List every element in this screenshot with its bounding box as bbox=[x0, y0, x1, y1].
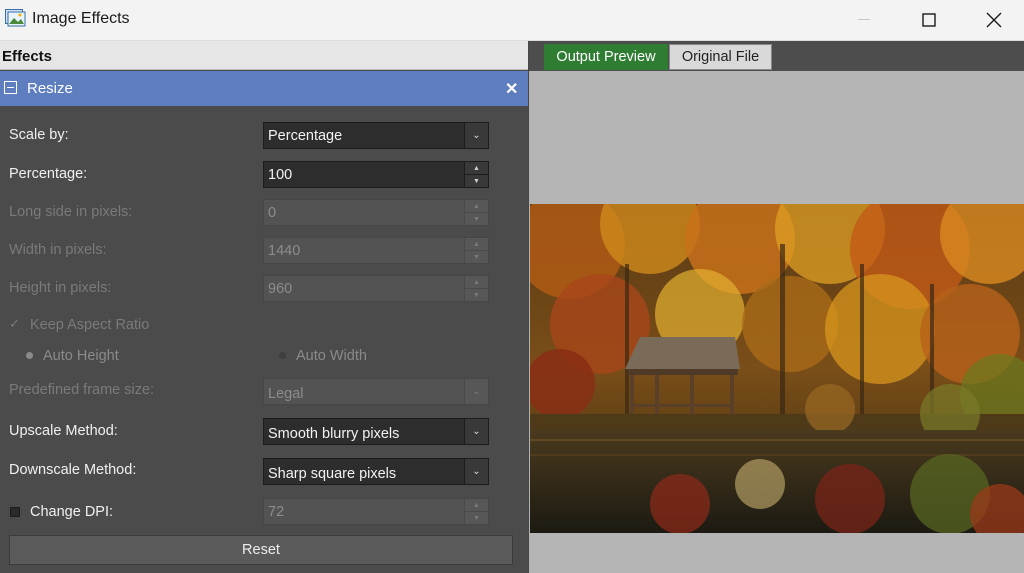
maximize-icon bbox=[922, 13, 936, 27]
spin-down-icon[interactable]: ▼ bbox=[465, 512, 488, 524]
minimize-button[interactable] bbox=[841, 0, 887, 40]
frame-size-select[interactable]: Legal ⌄ bbox=[263, 378, 489, 405]
scale-by-value: Percentage bbox=[268, 128, 343, 144]
width-value: 1440 bbox=[268, 243, 301, 259]
effect-name: Resize bbox=[27, 80, 73, 97]
scale-by-label: Scale by: bbox=[9, 127, 69, 143]
height-input[interactable]: 960 ▲ ▼ bbox=[263, 275, 489, 302]
upscale-label: Upscale Method: bbox=[9, 423, 118, 439]
maximize-button[interactable] bbox=[906, 0, 952, 40]
width-spinner[interactable]: ▲ ▼ bbox=[464, 238, 488, 263]
long-side-label: Long side in pixels: bbox=[9, 204, 133, 220]
tab-original-file[interactable]: Original File bbox=[669, 44, 772, 70]
close-icon bbox=[986, 12, 1002, 28]
preview-tabs: Output Preview Original File bbox=[529, 41, 1024, 71]
chevron-down-icon[interactable]: ⌄ bbox=[464, 459, 488, 484]
tab-output-preview[interactable]: Output Preview bbox=[544, 44, 668, 70]
reset-button[interactable]: Reset bbox=[9, 535, 513, 565]
percentage-input[interactable]: 100 ▲ ▼ bbox=[263, 161, 489, 188]
minimize-icon bbox=[858, 19, 870, 20]
long-side-value: 0 bbox=[268, 205, 277, 221]
change-dpi-checkbox[interactable] bbox=[10, 507, 20, 517]
scale-by-select[interactable]: Percentage ⌄ bbox=[263, 122, 489, 149]
title-bar: Image Effects bbox=[0, 0, 1024, 41]
frame-size-value: Legal bbox=[268, 386, 304, 402]
downscale-select[interactable]: Sharp square pixels ⌄ bbox=[263, 458, 489, 485]
downscale-label: Downscale Method: bbox=[9, 462, 137, 478]
preview-panel: Output Preview Original File bbox=[529, 41, 1024, 573]
chevron-down-icon[interactable]: ⌄ bbox=[464, 379, 488, 404]
remove-effect-icon[interactable]: ✕ bbox=[505, 79, 518, 99]
auto-width-radio[interactable] bbox=[279, 352, 286, 359]
spin-up-icon[interactable]: ▲ bbox=[465, 499, 488, 512]
resize-effect-header[interactable]: Resize ✕ bbox=[0, 71, 528, 106]
upscale-select[interactable]: Smooth blurry pixels ⌄ bbox=[263, 418, 489, 445]
upscale-value: Smooth blurry pixels bbox=[268, 426, 400, 442]
spin-up-icon[interactable]: ▲ bbox=[465, 238, 488, 251]
spin-down-icon[interactable]: ▼ bbox=[465, 289, 488, 301]
width-input[interactable]: 1440 ▲ ▼ bbox=[263, 237, 489, 264]
dpi-input[interactable]: 72 ▲ ▼ bbox=[263, 498, 489, 525]
preview-image bbox=[530, 204, 1024, 533]
spin-up-icon[interactable]: ▲ bbox=[465, 162, 488, 175]
dpi-spinner[interactable]: ▲ ▼ bbox=[464, 499, 488, 524]
change-dpi-label: Change DPI: bbox=[30, 504, 114, 520]
chevron-down-icon[interactable]: ⌄ bbox=[464, 419, 488, 444]
chevron-down-icon[interactable]: ⌄ bbox=[464, 123, 488, 148]
percentage-value: 100 bbox=[268, 167, 293, 183]
long-side-input[interactable]: 0 ▲ ▼ bbox=[263, 199, 489, 226]
app-icon bbox=[5, 9, 26, 27]
effects-panel: Effects Resize ✕ Scale by: Percentage ⌄ … bbox=[0, 41, 528, 573]
spin-up-icon[interactable]: ▲ bbox=[465, 276, 488, 289]
spin-up-icon[interactable]: ▲ bbox=[465, 200, 488, 213]
height-spinner[interactable]: ▲ ▼ bbox=[464, 276, 488, 301]
close-button[interactable] bbox=[971, 0, 1017, 40]
auto-width-label: Auto Width bbox=[296, 348, 367, 364]
frame-size-label: Predefined frame size: bbox=[9, 382, 155, 398]
auto-height-label: Auto Height bbox=[43, 348, 119, 364]
height-label: Height in pixels: bbox=[9, 280, 112, 296]
spin-down-icon[interactable]: ▼ bbox=[465, 175, 488, 187]
width-label: Width in pixels: bbox=[9, 242, 107, 258]
keep-aspect-checkbox[interactable]: ✓ bbox=[9, 316, 20, 332]
window-title: Image Effects bbox=[32, 10, 130, 27]
collapse-icon[interactable] bbox=[4, 81, 17, 94]
percentage-label: Percentage: bbox=[9, 166, 88, 182]
auto-height-radio[interactable] bbox=[26, 352, 33, 359]
effects-title: Effects bbox=[2, 48, 53, 65]
dpi-value: 72 bbox=[268, 504, 285, 520]
downscale-value: Sharp square pixels bbox=[268, 466, 397, 482]
spin-down-icon[interactable]: ▼ bbox=[465, 213, 488, 225]
percentage-spinner[interactable]: ▲ ▼ bbox=[464, 162, 488, 187]
long-side-spinner[interactable]: ▲ ▼ bbox=[464, 200, 488, 225]
spin-down-icon[interactable]: ▼ bbox=[465, 251, 488, 263]
height-value: 960 bbox=[268, 281, 293, 297]
effects-header: Effects bbox=[0, 41, 528, 70]
keep-aspect-label: Keep Aspect Ratio bbox=[30, 317, 150, 333]
